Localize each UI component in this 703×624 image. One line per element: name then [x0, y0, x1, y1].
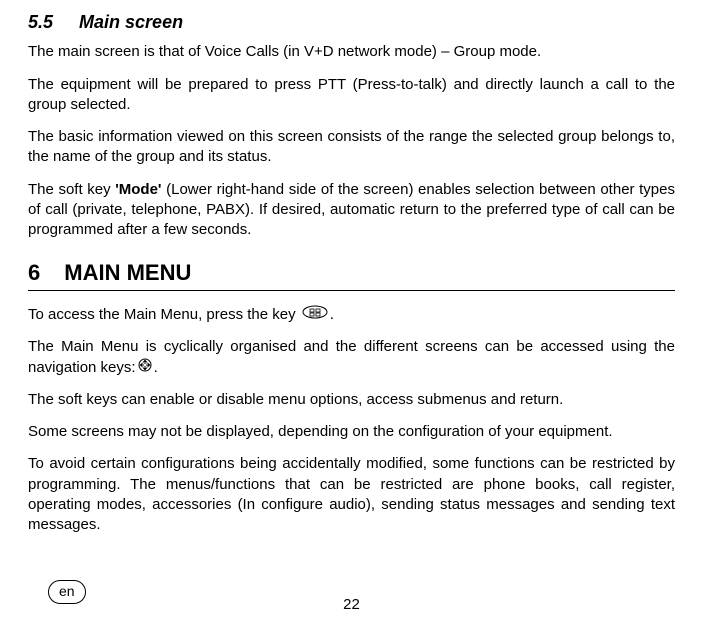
para-5-5-4: The soft key 'Mode' (Lower right-hand si…	[28, 180, 675, 241]
para-5-5-3: The basic information viewed on this scr…	[28, 127, 675, 168]
section-number: 5.5	[28, 12, 53, 32]
chapter-number: 6	[28, 260, 40, 285]
chapter-title: MAIN MENU	[64, 260, 191, 285]
language-badge: en	[48, 580, 86, 604]
menu-key-icon	[302, 305, 328, 325]
chapter-heading-6: 6 MAIN MENU	[28, 258, 675, 291]
para-6-5: To avoid certain configurations being ac…	[28, 454, 675, 535]
page-number: 22	[28, 595, 675, 615]
section-title: Main screen	[79, 12, 183, 32]
para-6-4: Some screens may not be displayed, depen…	[28, 422, 675, 442]
para-6-1-a: To access the Main Menu, press the key	[28, 306, 300, 323]
para-6-2-b: .	[154, 359, 158, 376]
para-5-5-4-a: The soft key	[28, 181, 115, 198]
para-6-2-a: The Main Menu is cyclically organised an…	[28, 338, 675, 375]
para-6-2: The Main Menu is cyclically organised an…	[28, 337, 675, 378]
para-6-3: The soft keys can enable or disable menu…	[28, 390, 675, 410]
section-heading-5-5: 5.5 Main screen	[28, 10, 675, 34]
mode-key-label: 'Mode'	[115, 181, 161, 198]
para-5-5-1: The main screen is that of Voice Calls (…	[28, 42, 675, 62]
para-6-1-b: .	[330, 306, 334, 323]
navigation-keys-icon	[138, 358, 152, 378]
para-6-1: To access the Main Menu, press the key .	[28, 305, 675, 325]
para-5-5-2: The equipment will be prepared to press …	[28, 75, 675, 116]
